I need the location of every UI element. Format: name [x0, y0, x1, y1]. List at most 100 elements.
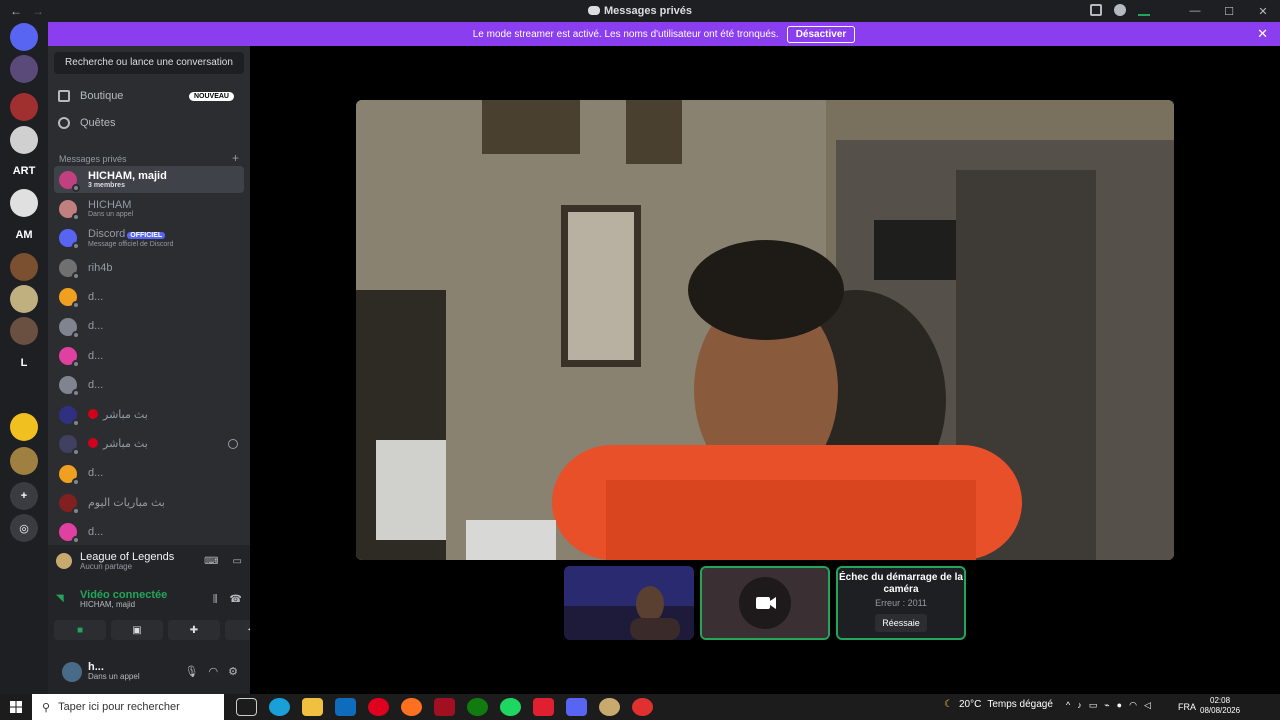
wifi-icon[interactable]: ◠ [1129, 700, 1137, 711]
dm-item[interactable]: rih4b [54, 254, 244, 281]
battery-icon[interactable]: ▭ [1089, 700, 1098, 711]
close-banner-icon[interactable]: ✕ [1257, 26, 1268, 42]
gamepad-icon[interactable]: ⌨ [204, 556, 218, 567]
activities-button[interactable]: ✚ [168, 620, 220, 640]
server-icon[interactable] [10, 126, 38, 154]
server-icon[interactable] [10, 317, 38, 345]
outlook-icon[interactable] [335, 698, 356, 716]
usb-icon[interactable]: ⌁ [1104, 700, 1109, 711]
new-badge: NOUVEAU [188, 91, 234, 101]
server-icon[interactable] [10, 253, 38, 281]
server-icon[interactable]: ART [10, 157, 38, 185]
main-video[interactable] [356, 100, 1174, 560]
avatar [59, 493, 80, 515]
app-record-icon[interactable] [533, 698, 554, 716]
retry-button[interactable]: Réessaie [875, 614, 927, 632]
screen-share-button[interactable]: ▣ [111, 620, 163, 640]
avatar[interactable] [62, 661, 82, 682]
file-explorer-icon[interactable] [302, 698, 323, 716]
weather-widget[interactable]: ☾ 20°C Temps dégagé [944, 699, 1053, 710]
dm-item[interactable]: بث مباشر [54, 431, 244, 458]
language-indicator[interactable]: FRA [1178, 702, 1196, 712]
discover-icon[interactable]: ◎ [10, 514, 38, 542]
live-dot-icon [88, 438, 98, 449]
sound-icon[interactable]: ◁ [1144, 700, 1151, 711]
dm-item[interactable]: بث مباشر [54, 401, 244, 428]
dm-item[interactable]: HICHAM, majid 3 membres [54, 166, 244, 193]
dm-item[interactable]: d... [54, 284, 244, 311]
mic-tray-icon[interactable]: ● [1117, 700, 1122, 711]
help-icon[interactable] [1114, 4, 1126, 16]
inbox-icon[interactable] [1090, 4, 1102, 16]
server-icon[interactable]: AM [10, 221, 38, 249]
microphone-icon[interactable]: 🎙 [185, 665, 199, 678]
server-icon[interactable] [10, 447, 38, 475]
dm-item[interactable]: d... [54, 313, 244, 340]
share-screen-icon[interactable]: ▭ [233, 556, 242, 567]
server-icon[interactable] [10, 285, 38, 313]
live-dot-icon [88, 408, 98, 419]
server-icon[interactable] [10, 413, 38, 441]
dm-name-text: بث مباشر [103, 408, 148, 421]
camera-off-tile[interactable] [700, 566, 830, 640]
minimize-icon[interactable]: — [1178, 0, 1212, 22]
opera-icon[interactable] [368, 698, 389, 716]
firefox-icon[interactable] [401, 698, 422, 716]
sidebar-item-quests[interactable]: Quêtes [58, 117, 234, 129]
headphones-icon[interactable]: ◠ [209, 665, 219, 678]
camera-button[interactable]: ■ [54, 620, 106, 640]
avatar [59, 258, 80, 280]
dm-item[interactable]: بث مباريات اليوم [54, 489, 244, 516]
noise-suppression-icon[interactable]: ⫼ [213, 594, 218, 605]
status-indicator [72, 359, 80, 368]
start-button[interactable] [0, 701, 32, 713]
edge-icon[interactable] [269, 698, 290, 716]
app-red-icon[interactable] [434, 698, 455, 716]
signal-icon[interactable]: ◥ [56, 593, 70, 605]
spotify-icon[interactable] [500, 698, 521, 716]
dm-text: بث مباشر [88, 438, 148, 450]
dm-name-text: d... [88, 349, 104, 362]
server-icon[interactable] [10, 189, 38, 217]
server-icon[interactable]: L [10, 349, 38, 377]
server-icon[interactable] [10, 23, 38, 51]
xbox-icon[interactable] [467, 698, 488, 716]
close-window-icon[interactable]: ✕ [1246, 0, 1280, 22]
dm-text: d... [88, 320, 103, 332]
participant-video-tile[interactable] [564, 566, 694, 640]
dm-item[interactable]: d... [54, 519, 244, 546]
maximize-icon[interactable]: ☐ [1212, 0, 1246, 22]
sidebar-item-shop[interactable]: Boutique NOUVEAU [58, 90, 234, 102]
download-icon[interactable] [1138, 4, 1150, 16]
create-dm-icon[interactable]: + [232, 151, 239, 165]
task-view-icon[interactable] [236, 698, 257, 716]
dm-item[interactable]: d... [54, 372, 244, 399]
search-conversation-button[interactable]: Recherche ou lance une conversation [54, 52, 244, 74]
dm-name: d... [88, 320, 103, 332]
server-icon[interactable] [10, 381, 38, 409]
dm-item[interactable]: Discord OFFICIEL Message officiel de Disco… [54, 225, 244, 252]
add-server-icon[interactable]: + [10, 482, 38, 510]
dm-item[interactable]: HICHAM Dans un appel [54, 195, 244, 222]
server-icon[interactable] [10, 93, 38, 121]
settings-gear-icon[interactable]: ⚙ [228, 665, 238, 678]
clock[interactable]: 02:08 08/08/2026 [1200, 696, 1240, 716]
dm-subtitle: Dans un appel [88, 211, 134, 219]
dm-text: rih4b [88, 262, 112, 274]
user-status: Dans un appel [88, 672, 140, 682]
chevron-up-icon[interactable]: ^ [1066, 700, 1070, 711]
discord-taskbar-icon[interactable] [566, 698, 587, 716]
dm-item[interactable]: d... [54, 460, 244, 487]
shop-icon [58, 90, 70, 102]
dm-item[interactable]: d... [54, 342, 244, 369]
league-taskbar-icon[interactable] [599, 698, 620, 716]
dm-name-text: d... [88, 379, 104, 392]
riot-icon[interactable] [632, 698, 653, 716]
server-icon[interactable] [10, 55, 38, 83]
volume-icon[interactable]: ♪ [1077, 700, 1082, 711]
status-indicator [72, 212, 80, 221]
league-icon [56, 553, 72, 570]
disable-streamer-button[interactable]: Désactiver [786, 25, 856, 43]
disconnect-icon[interactable]: ☎ [230, 594, 242, 605]
taskbar-search[interactable]: ⚲ Taper ici pour rechercher [32, 694, 224, 720]
